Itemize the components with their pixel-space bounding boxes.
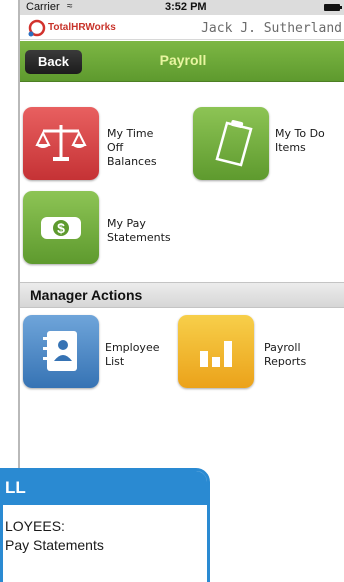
to-do-items-tile[interactable]: My To Do Items bbox=[193, 107, 343, 182]
user-name: Jack J. Sutherland bbox=[201, 21, 342, 36]
pay-statements-tile[interactable]: $ My Pay Statements bbox=[23, 191, 173, 266]
nav-bar: Back Payroll bbox=[20, 41, 344, 82]
scales-icon bbox=[35, 125, 87, 161]
pay-statements-icon-box[interactable]: $ bbox=[23, 191, 99, 264]
employee-list-icon-box[interactable] bbox=[23, 315, 99, 388]
battery-icon bbox=[324, 4, 342, 11]
clock-time: 3:52 PM bbox=[165, 1, 207, 13]
pay-statements-label: My Pay Statements bbox=[107, 217, 171, 244]
svg-text:$: $ bbox=[57, 220, 65, 236]
overlay-callout-card: LL LOYEES: Pay Statements bbox=[0, 468, 210, 582]
wifi-icon: ≈ bbox=[67, 1, 73, 12]
clipboard-icon bbox=[215, 120, 253, 167]
callout-line-1: LOYEES: bbox=[5, 518, 65, 534]
status-bar: Carrier ≈ 3:52 PM bbox=[20, 0, 344, 15]
carrier-label: Carrier bbox=[26, 1, 60, 13]
employee-list-tile[interactable]: Employee List bbox=[23, 315, 173, 390]
logo-text: TotalHRWorks bbox=[48, 22, 116, 33]
app-logo: TotalHRWorks bbox=[28, 18, 128, 38]
to-do-label: My To Do Items bbox=[275, 127, 325, 154]
address-book-icon bbox=[43, 331, 77, 371]
time-off-balances-tile[interactable]: My Time Off Balances bbox=[23, 107, 173, 182]
brand-bar: TotalHRWorks Jack J. Sutherland bbox=[20, 15, 344, 40]
callout-header: LL bbox=[3, 471, 207, 505]
payroll-reports-tile[interactable]: Payroll Reports bbox=[178, 315, 338, 390]
time-off-label: My Time Off Balances bbox=[107, 127, 157, 168]
to-do-icon-box[interactable] bbox=[193, 107, 269, 180]
payroll-reports-label: Payroll Reports bbox=[264, 341, 307, 368]
payroll-reports-icon-box[interactable] bbox=[178, 315, 254, 388]
logo-swirl-icon bbox=[28, 19, 46, 37]
employee-list-label: Employee List bbox=[105, 341, 160, 368]
manager-actions-header: Manager Actions bbox=[20, 282, 344, 308]
page-title: Payroll bbox=[159, 52, 207, 68]
money-icon: $ bbox=[41, 217, 81, 239]
callout-line-2: Pay Statements bbox=[5, 537, 104, 553]
bar-chart-icon bbox=[200, 341, 232, 367]
time-off-icon-box[interactable] bbox=[23, 107, 99, 180]
